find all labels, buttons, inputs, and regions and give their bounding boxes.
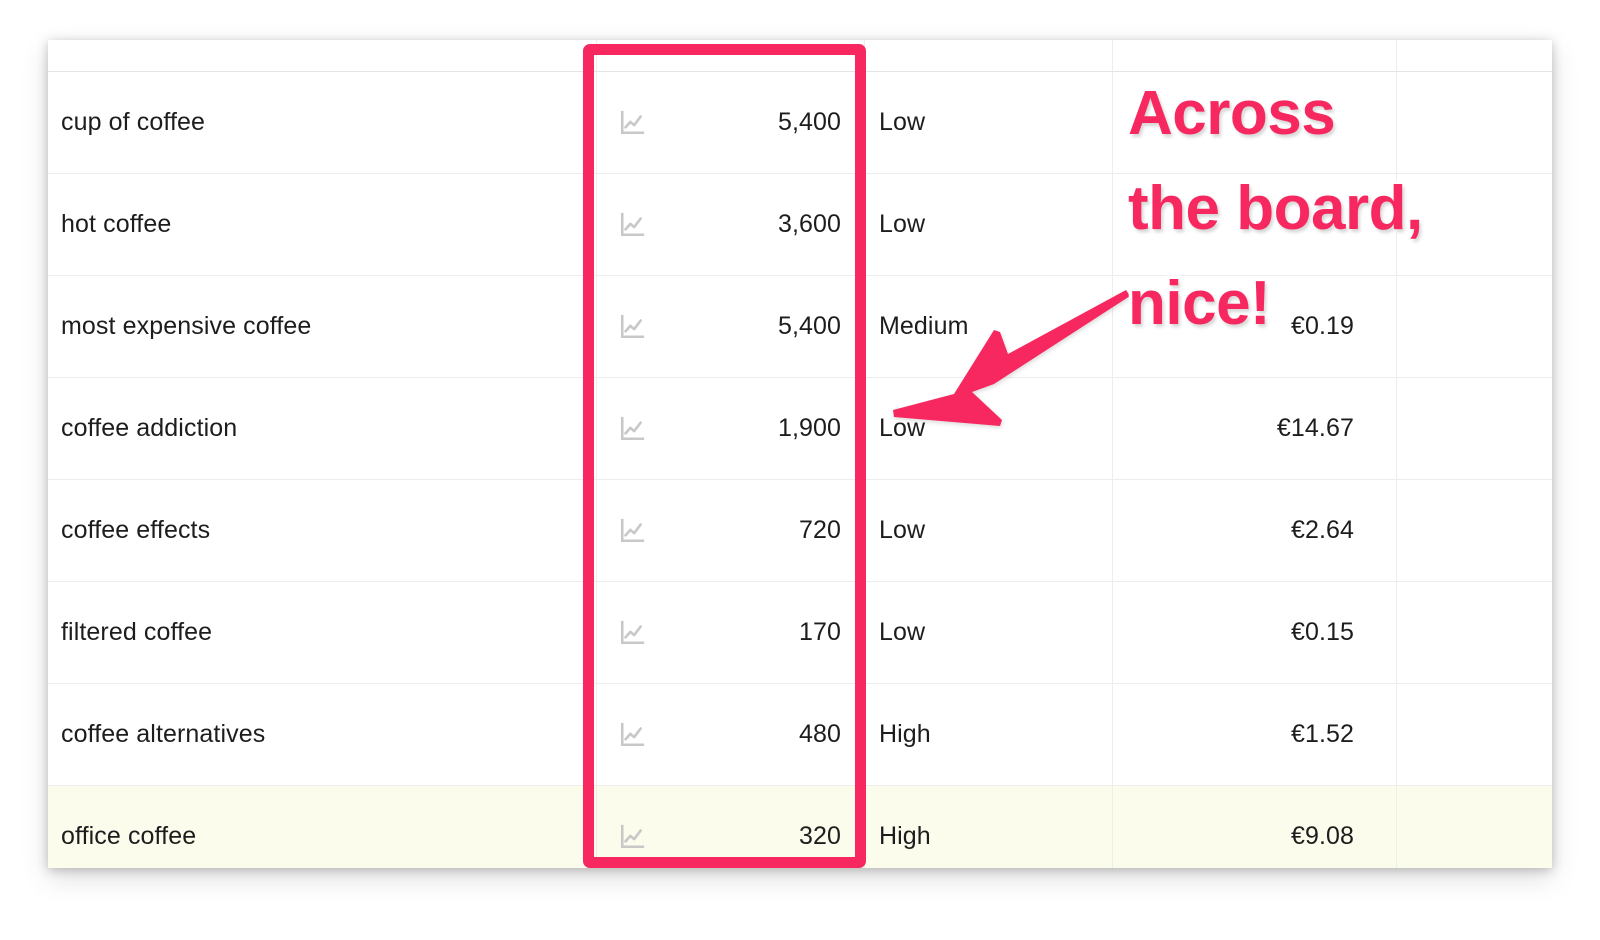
volume-value: 170 (798, 618, 841, 646)
difficulty-value: High (879, 720, 931, 748)
annotation-callout-text: Across the board, nice! (1125, 79, 1548, 368)
screenshot-stage: cup of coffee 5,400 Low hot coffee 3,600 Low m… (0, 0, 1600, 940)
keyword-label: coffee effects (61, 516, 211, 544)
cpc-value: €1.52 (1290, 720, 1354, 748)
volume-value: 1,900 (777, 414, 841, 442)
difficulty-value: Low (879, 516, 926, 544)
cell-difficulty[interactable]: Medium (864, 276, 1112, 377)
cpc-value: €14.67 (1276, 414, 1354, 442)
cell-cpc[interactable]: €2.64 (1112, 480, 1396, 581)
cell-volume[interactable]: 5,400 (596, 72, 864, 173)
difficulty-value: Medium (879, 312, 969, 340)
cell-volume[interactable]: 1,900 (596, 378, 864, 479)
difficulty-value: High (879, 822, 931, 850)
column-divider (864, 40, 865, 71)
volume-value: 480 (798, 720, 841, 748)
cell-extra[interactable] (1396, 786, 1552, 868)
table-row[interactable]: office coffee 320 High €9.08 (48, 786, 1552, 868)
cell-cpc[interactable]: €14.67 (1112, 378, 1396, 479)
cpc-value: €0.15 (1290, 618, 1354, 646)
cell-extra[interactable] (1396, 378, 1552, 479)
volume-value: 5,400 (777, 312, 841, 340)
cell-difficulty[interactable]: Low (864, 72, 1112, 173)
cell-keyword[interactable]: cup of coffee (48, 72, 596, 173)
cell-volume[interactable]: 480 (596, 684, 864, 785)
cell-keyword[interactable]: filtered coffee (48, 582, 596, 683)
difficulty-value: Low (879, 210, 926, 238)
cell-volume[interactable]: 170 (596, 582, 864, 683)
annotation-line-3: nice! (1125, 268, 1275, 338)
cell-extra[interactable] (1396, 582, 1552, 683)
column-divider (596, 40, 597, 71)
table-row[interactable]: coffee effects 720 Low €2.64 (48, 480, 1552, 582)
cell-volume[interactable]: 3,600 (596, 174, 864, 275)
trend-chart-icon[interactable] (619, 518, 645, 544)
keyword-label: filtered coffee (61, 618, 213, 646)
trend-chart-icon[interactable] (619, 824, 645, 850)
table-header-strip (48, 40, 1552, 72)
volume-value: 3,600 (777, 210, 841, 238)
annotation-line-2: the board, (1125, 173, 1427, 243)
trend-chart-icon[interactable] (619, 416, 645, 442)
cell-volume[interactable]: 320 (596, 786, 864, 868)
cell-keyword[interactable]: coffee effects (48, 480, 596, 581)
keyword-label: office coffee (61, 822, 197, 850)
cell-cpc[interactable]: €0.15 (1112, 582, 1396, 683)
cell-difficulty[interactable]: High (864, 684, 1112, 785)
difficulty-value: Low (879, 108, 926, 136)
cell-difficulty[interactable]: Low (864, 174, 1112, 275)
cell-extra[interactable] (1396, 480, 1552, 581)
cell-cpc[interactable]: €9.08 (1112, 786, 1396, 868)
volume-value: 320 (798, 822, 841, 850)
cell-difficulty[interactable]: Low (864, 582, 1112, 683)
keyword-label: most expensive coffee (61, 312, 312, 340)
volume-value: 720 (798, 516, 841, 544)
trend-chart-icon[interactable] (619, 314, 645, 340)
cell-keyword[interactable]: most expensive coffee (48, 276, 596, 377)
trend-chart-icon[interactable] (619, 212, 645, 238)
cell-cpc[interactable]: €1.52 (1112, 684, 1396, 785)
cell-keyword[interactable]: coffee alternatives (48, 684, 596, 785)
cpc-value: €2.64 (1290, 516, 1354, 544)
difficulty-value: Low (879, 618, 926, 646)
keyword-label: hot coffee (61, 210, 172, 238)
cell-difficulty[interactable]: Low (864, 480, 1112, 581)
cell-keyword[interactable]: coffee addiction (48, 378, 596, 479)
volume-value: 5,400 (777, 108, 841, 136)
keyword-label: coffee addiction (61, 414, 238, 442)
cell-difficulty[interactable]: High (864, 786, 1112, 868)
cell-volume[interactable]: 720 (596, 480, 864, 581)
trend-chart-icon[interactable] (619, 620, 645, 646)
cell-keyword[interactable]: hot coffee (48, 174, 596, 275)
column-divider (1112, 40, 1113, 71)
table-row[interactable]: coffee addiction 1,900 Low €14.67 (48, 378, 1552, 480)
cell-extra[interactable] (1396, 684, 1552, 785)
cell-volume[interactable]: 5,400 (596, 276, 864, 377)
cpc-value: €9.08 (1290, 822, 1354, 850)
difficulty-value: Low (879, 414, 926, 442)
annotation-line-1: Across (1125, 79, 1340, 148)
keyword-label: cup of coffee (61, 108, 206, 136)
cell-difficulty[interactable]: Low (864, 378, 1112, 479)
cell-keyword[interactable]: office coffee (48, 786, 596, 868)
table-row[interactable]: coffee alternatives 480 High €1.52 (48, 684, 1552, 786)
keyword-label: coffee alternatives (61, 720, 266, 748)
table-row[interactable]: filtered coffee 170 Low €0.15 (48, 582, 1552, 684)
trend-chart-icon[interactable] (619, 110, 645, 136)
column-divider (1396, 40, 1397, 71)
trend-chart-icon[interactable] (619, 722, 645, 748)
